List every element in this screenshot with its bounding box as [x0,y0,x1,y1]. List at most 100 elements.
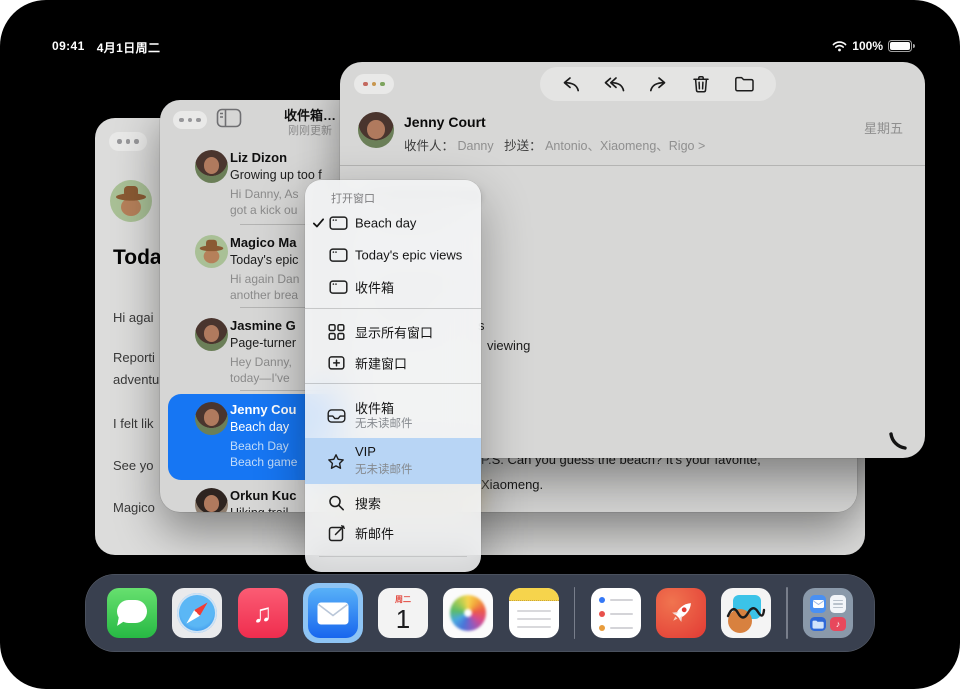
memoji-avatar [110,180,152,222]
menu-item-todays-epic-views[interactable]: Today's epic views [305,240,481,270]
message-sender: Liz Dizon [230,150,287,165]
message-preview: Beach game [230,455,297,469]
menu-divider [305,308,481,309]
message-preview: another brea [230,288,298,302]
status-date: 4月1日周二 [97,39,161,56]
status-bar-right: 100% [832,39,912,53]
window-options-button[interactable] [354,74,394,94]
calendar-day: 1 [378,605,428,633]
dock-divider [786,587,788,639]
popover-section-title: 打开窗口 [331,190,375,206]
clock: 09:41 [52,39,85,56]
menu-item-subtitle: 无未读邮件 [355,415,413,431]
menu-item-search[interactable]: 搜索 [305,488,481,518]
trash-icon[interactable] [689,72,713,96]
forward-icon[interactable] [646,72,670,96]
app-icon-safari[interactable] [172,588,222,638]
menu-item-label: 显示所有窗口 [355,323,433,342]
window-icon [329,216,348,231]
body-line: Magico [113,500,155,515]
screenshot-stage: 09:41 4月1日周二 100% Today Hi agai Reporti … [0,0,960,689]
app-icon-rocket[interactable] [656,588,706,638]
window-options-button[interactable] [109,132,147,151]
message-preview: Hey Danny, [230,355,292,369]
message-preview: Hi again Dan [230,272,299,286]
reply-all-icon[interactable] [603,72,627,96]
menu-item-label: VIP [355,444,376,459]
body-line: Hi agai [113,310,153,325]
body-line: adventu [113,372,159,387]
message-sender: Jenny Cou [230,402,296,417]
message-date: 星期五 [864,118,903,137]
message-toolbar [540,67,776,101]
message-preview: got a kick ou [230,203,297,217]
menu-item-new-window[interactable]: 新建窗口 [305,348,481,378]
recipients-line: 收件人： Danny 抄送： Antonio、Xiaomeng、Rigo > [404,135,705,154]
ipad-bezel: 09:41 4月1日周二 100% Today Hi agai Reporti … [0,0,960,689]
app-icon-mail-active[interactable] [303,583,363,643]
body-fragment: viewing [487,338,530,353]
app-icon-music[interactable]: ♫ [238,588,288,638]
menu-item-new-mail[interactable]: 新邮件 [305,518,481,548]
dock-divider [574,587,576,639]
to-label: 收件人： [404,139,454,153]
message-subject: Growing up too f [230,168,322,182]
message-subject: Today's epic [230,253,298,267]
message-subject: Hiking trail [230,506,288,512]
ipad-screen: 09:41 4月1日周二 100% Today Hi agai Reporti … [30,30,930,659]
app-icon-notes[interactable] [509,588,559,638]
message-preview: Beach Day [230,439,289,453]
menu-item-inbox-mailbox[interactable]: 收件箱 无未读邮件 [305,394,481,438]
body-line: See yo [113,458,153,473]
window-icon [329,248,348,263]
message-subject: Beach day [230,420,289,434]
window-icon [329,280,348,295]
cc-label: 抄送： [504,139,542,153]
menu-item-label: Beach day [355,216,416,231]
menu-item-vip-mailbox[interactable]: VIP 无未读邮件 [305,440,481,484]
message-sender: Orkun Kuc [230,488,296,503]
message-sender: Jasmine G [230,318,296,333]
compose-icon [328,524,346,542]
app-icon-messages[interactable] [107,588,157,638]
app-icon-calendar[interactable]: 周二 1 [378,588,428,638]
message-preview: today—I've [230,371,290,385]
window-resize-handle[interactable] [888,423,916,451]
open-windows-popover: 打开窗口 Beach day Today's epic views 收件箱 [305,180,481,572]
status-bar-left: 09:41 4月1日周二 [52,39,160,56]
menu-item-label: 新建窗口 [355,354,407,373]
sender-name: Jenny Court [404,114,486,130]
avatar [195,402,228,435]
folder-icon[interactable] [733,72,757,96]
inbox-icon [327,409,346,424]
message-subject: Page-turner [230,336,296,350]
app-library-icon[interactable]: ♪ [803,588,853,638]
avatar [195,488,228,512]
menu-item-label: 收件箱 [355,278,394,297]
menu-item-beach-day[interactable]: Beach day [305,208,481,238]
new-window-icon [328,356,345,371]
menu-divider [319,556,467,557]
reply-icon[interactable] [559,72,583,96]
menu-item-inbox-window[interactable]: 收件箱 [305,272,481,302]
app-icon-drawing[interactable] [721,588,771,638]
checkmark-icon [312,217,325,230]
mail-envelope-icon [308,588,358,638]
menu-item-subtitle: 无未读邮件 [355,461,413,477]
avatar [195,235,228,268]
avatar [195,318,228,351]
menu-item-show-all-windows[interactable]: 显示所有窗口 [305,317,481,347]
search-icon [328,495,345,512]
menu-item-label: 搜索 [355,494,381,513]
app-icon-photos[interactable] [443,588,493,638]
battery-percent: 100% [852,39,883,53]
to-value: Danny [458,139,494,153]
grid-icon [328,324,345,341]
body-line: I felt lik [113,416,153,431]
cc-value[interactable]: Antonio、Xiaomeng、Rigo > [545,139,705,153]
app-icon-reminders[interactable] [591,588,641,638]
battery-icon [888,40,912,52]
music-note-glyph: ♫ [253,598,273,629]
menu-divider [305,383,481,384]
avatar [195,150,228,183]
